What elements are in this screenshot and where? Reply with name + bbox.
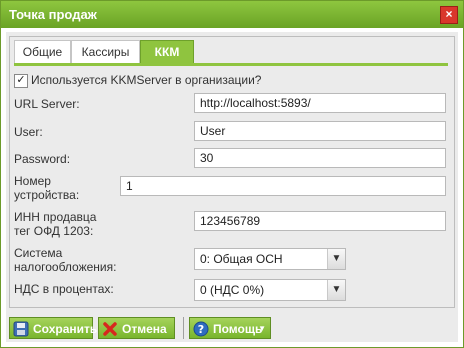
inn-input[interactable]: 123456789 <box>194 211 446 231</box>
user-input[interactable]: User <box>194 121 446 141</box>
window-title: Точка продаж <box>9 7 97 22</box>
tab-kkm[interactable]: ККМ <box>140 40 194 65</box>
user-label: User: <box>14 125 43 139</box>
device-number-input[interactable]: 1 <box>120 176 446 196</box>
tax-system-value: 0: Общая ОСН <box>200 252 283 266</box>
help-icon: ? <box>193 321 209 337</box>
use-kkm-label: Используется KKMServer в организации? <box>31 73 262 87</box>
inn-label-line1: ИНН продавца <box>14 210 97 224</box>
tab-cashiers[interactable]: Кассиры <box>71 40 140 63</box>
password-input[interactable]: 30 <box>194 148 446 168</box>
titlebar[interactable]: Точка продаж × <box>1 1 463 28</box>
save-button-label: Сохранить <box>33 322 98 336</box>
toolbar-separator <box>183 317 184 339</box>
tab-underline <box>14 63 448 66</box>
svg-text:?: ? <box>198 323 204 336</box>
device-label-line1: Номер <box>14 174 51 188</box>
password-label: Password: <box>14 152 71 166</box>
url-label: URL Server: <box>14 97 80 111</box>
save-icon <box>13 321 29 337</box>
cancel-button-label: Отмена <box>122 322 167 336</box>
inn-label-line2: тег ОФД 1203: <box>14 224 94 238</box>
tax-system-label-line1: Система <box>14 246 63 260</box>
help-button[interactable]: ? Помощь ▼ <box>189 317 271 339</box>
vat-label: НДС в процентах: <box>14 282 114 296</box>
url-input[interactable]: http://localhost:5893/ <box>194 93 446 113</box>
cancel-icon <box>103 322 117 336</box>
cancel-button[interactable]: Отмена <box>98 317 175 339</box>
vat-select[interactable]: 0 (НДС 0%) ▼ <box>194 279 346 301</box>
device-label-line2: устройства: <box>14 188 80 202</box>
save-button[interactable]: Сохранить <box>9 317 97 339</box>
dialog-body: Общие Кассиры ККМ ✓ Используется KKMServ… <box>6 32 458 342</box>
close-icon[interactable]: × <box>440 6 458 24</box>
dialog-window: Точка продаж × Общие Кассиры ККМ ✓ Испол… <box>0 0 464 348</box>
vat-value: 0 (НДС 0%) <box>200 283 265 297</box>
tab-panel: Общие Кассиры ККМ ✓ Используется KKMServ… <box>9 36 455 308</box>
tab-general[interactable]: Общие <box>14 40 71 63</box>
tax-system-select[interactable]: 0: Общая ОСН ▼ <box>194 248 346 270</box>
chevron-down-icon[interactable]: ▼ <box>327 280 345 300</box>
tax-system-label-line2: налогообложения: <box>14 260 117 274</box>
use-kkm-checkbox[interactable]: ✓ <box>14 74 28 88</box>
dropdown-caret-icon: ▼ <box>258 324 266 333</box>
help-button-label: Помощь <box>213 322 263 336</box>
chevron-down-icon[interactable]: ▼ <box>327 249 345 269</box>
